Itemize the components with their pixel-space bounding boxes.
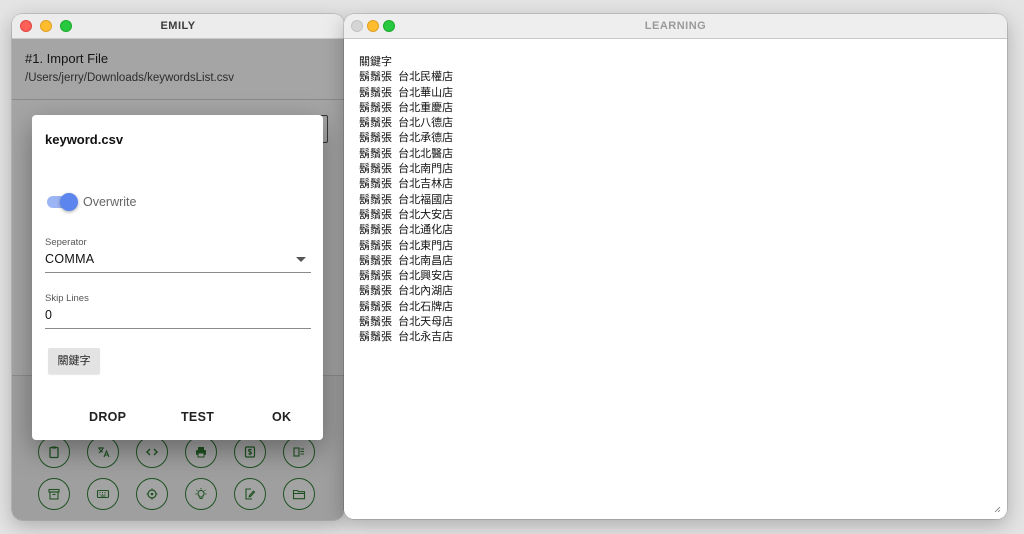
emily-titlebar[interactable]: EMILY [12,14,344,39]
learning-content[interactable]: 關鍵字鬍鬚張 台北民權店 鬍鬚張 台北華山店 鬍鬚張 台北重慶店 鬍鬚張 台北八德店鬍… [344,39,1007,519]
emily-window: EMILY #1. Import File /Users/jerry/Downl… [12,14,344,520]
keyword-line: 鬍鬚張 台北北醫店 [359,147,454,160]
keyword-line: 鬍鬚張 台北大安店 [359,208,454,221]
keyword-line: 鬍鬚張 台北南門店 [359,163,454,176]
keyword-line: 鬍鬚張 台北永吉店 [359,331,454,344]
close-window-button[interactable] [20,20,32,32]
ok-button[interactable]: OK [272,410,291,424]
learning-titlebar[interactable]: LEARNING [344,14,1007,39]
keyword-line: 鬍鬚張 台北華山店 [359,86,454,99]
test-button[interactable]: TEST [181,410,214,424]
keyword-line: 鬍鬚張 台北天母店 [359,316,454,329]
keyword-column-chip[interactable]: 關鍵字 [48,348,100,374]
toggle-knob[interactable] [60,193,78,211]
keyword-line: 鬍鬚張 台北興安店 [359,270,454,283]
keyword-line: 鬍鬚張 台北承德店 [359,132,454,145]
minimize-window-button[interactable] [367,20,379,32]
chevron-down-icon[interactable] [296,257,306,262]
minimize-window-button[interactable] [40,20,52,32]
learning-window: LEARNING 關鍵字鬍鬚張 台北民權店 鬍鬚張 台北華山店 鬍鬚張 台北重慶店鬍… [344,14,1007,519]
dialog-title: keyword.csv [45,132,124,147]
keyword-line: 鬍鬚張 台北吉林店 [359,178,454,191]
keyword-line: 鬍鬚張 台北通化店 [359,224,454,237]
keyword-line: 鬍鬚張 台北八德店 [359,117,454,130]
skip-lines-label: Skip Lines [45,293,89,304]
keyword-header-line: 關鍵字 [359,56,392,68]
separator-select[interactable]: COMMA [45,252,94,266]
separator-underline [45,272,311,273]
keyword-line: 鬍鬚張 台北南昌店 [359,254,454,267]
emily-window-title: EMILY [160,20,196,32]
drop-button[interactable]: DROP [89,410,126,424]
overwrite-label: Overwrite [83,195,137,209]
resize-handle-icon[interactable] [993,505,1001,513]
keyword-line: 鬍鬚張 台北民權店 [359,71,454,84]
skip-lines-input[interactable]: 0 [45,308,52,322]
keyword-line: 鬍鬚張 台北福國店 [359,193,454,206]
skip-lines-underline [45,328,311,329]
keyword-line: 鬍鬚張 台北重慶店 [359,101,454,114]
keyword-line: 鬍鬚張 台北東門店 [359,239,454,252]
keyword-line: 鬍鬚張 台北石牌店 [359,300,454,313]
overwrite-toggle[interactable] [47,193,78,211]
import-dialog: keyword.csv Overwrite Seperator COMMA Sk… [32,115,323,440]
learning-window-title: LEARNING [644,20,707,32]
separator-label: Seperator [45,237,87,248]
close-window-button[interactable] [351,20,363,32]
zoom-window-button[interactable] [383,20,395,32]
keyword-line: 鬍鬚張 台北內湖店 [359,285,454,298]
zoom-window-button[interactable] [60,20,72,32]
keyword-text-area[interactable]: 關鍵字鬍鬚張 台北民權店 鬍鬚張 台北華山店 鬍鬚張 台北重慶店 鬍鬚張 台北八德店鬍… [359,55,453,346]
